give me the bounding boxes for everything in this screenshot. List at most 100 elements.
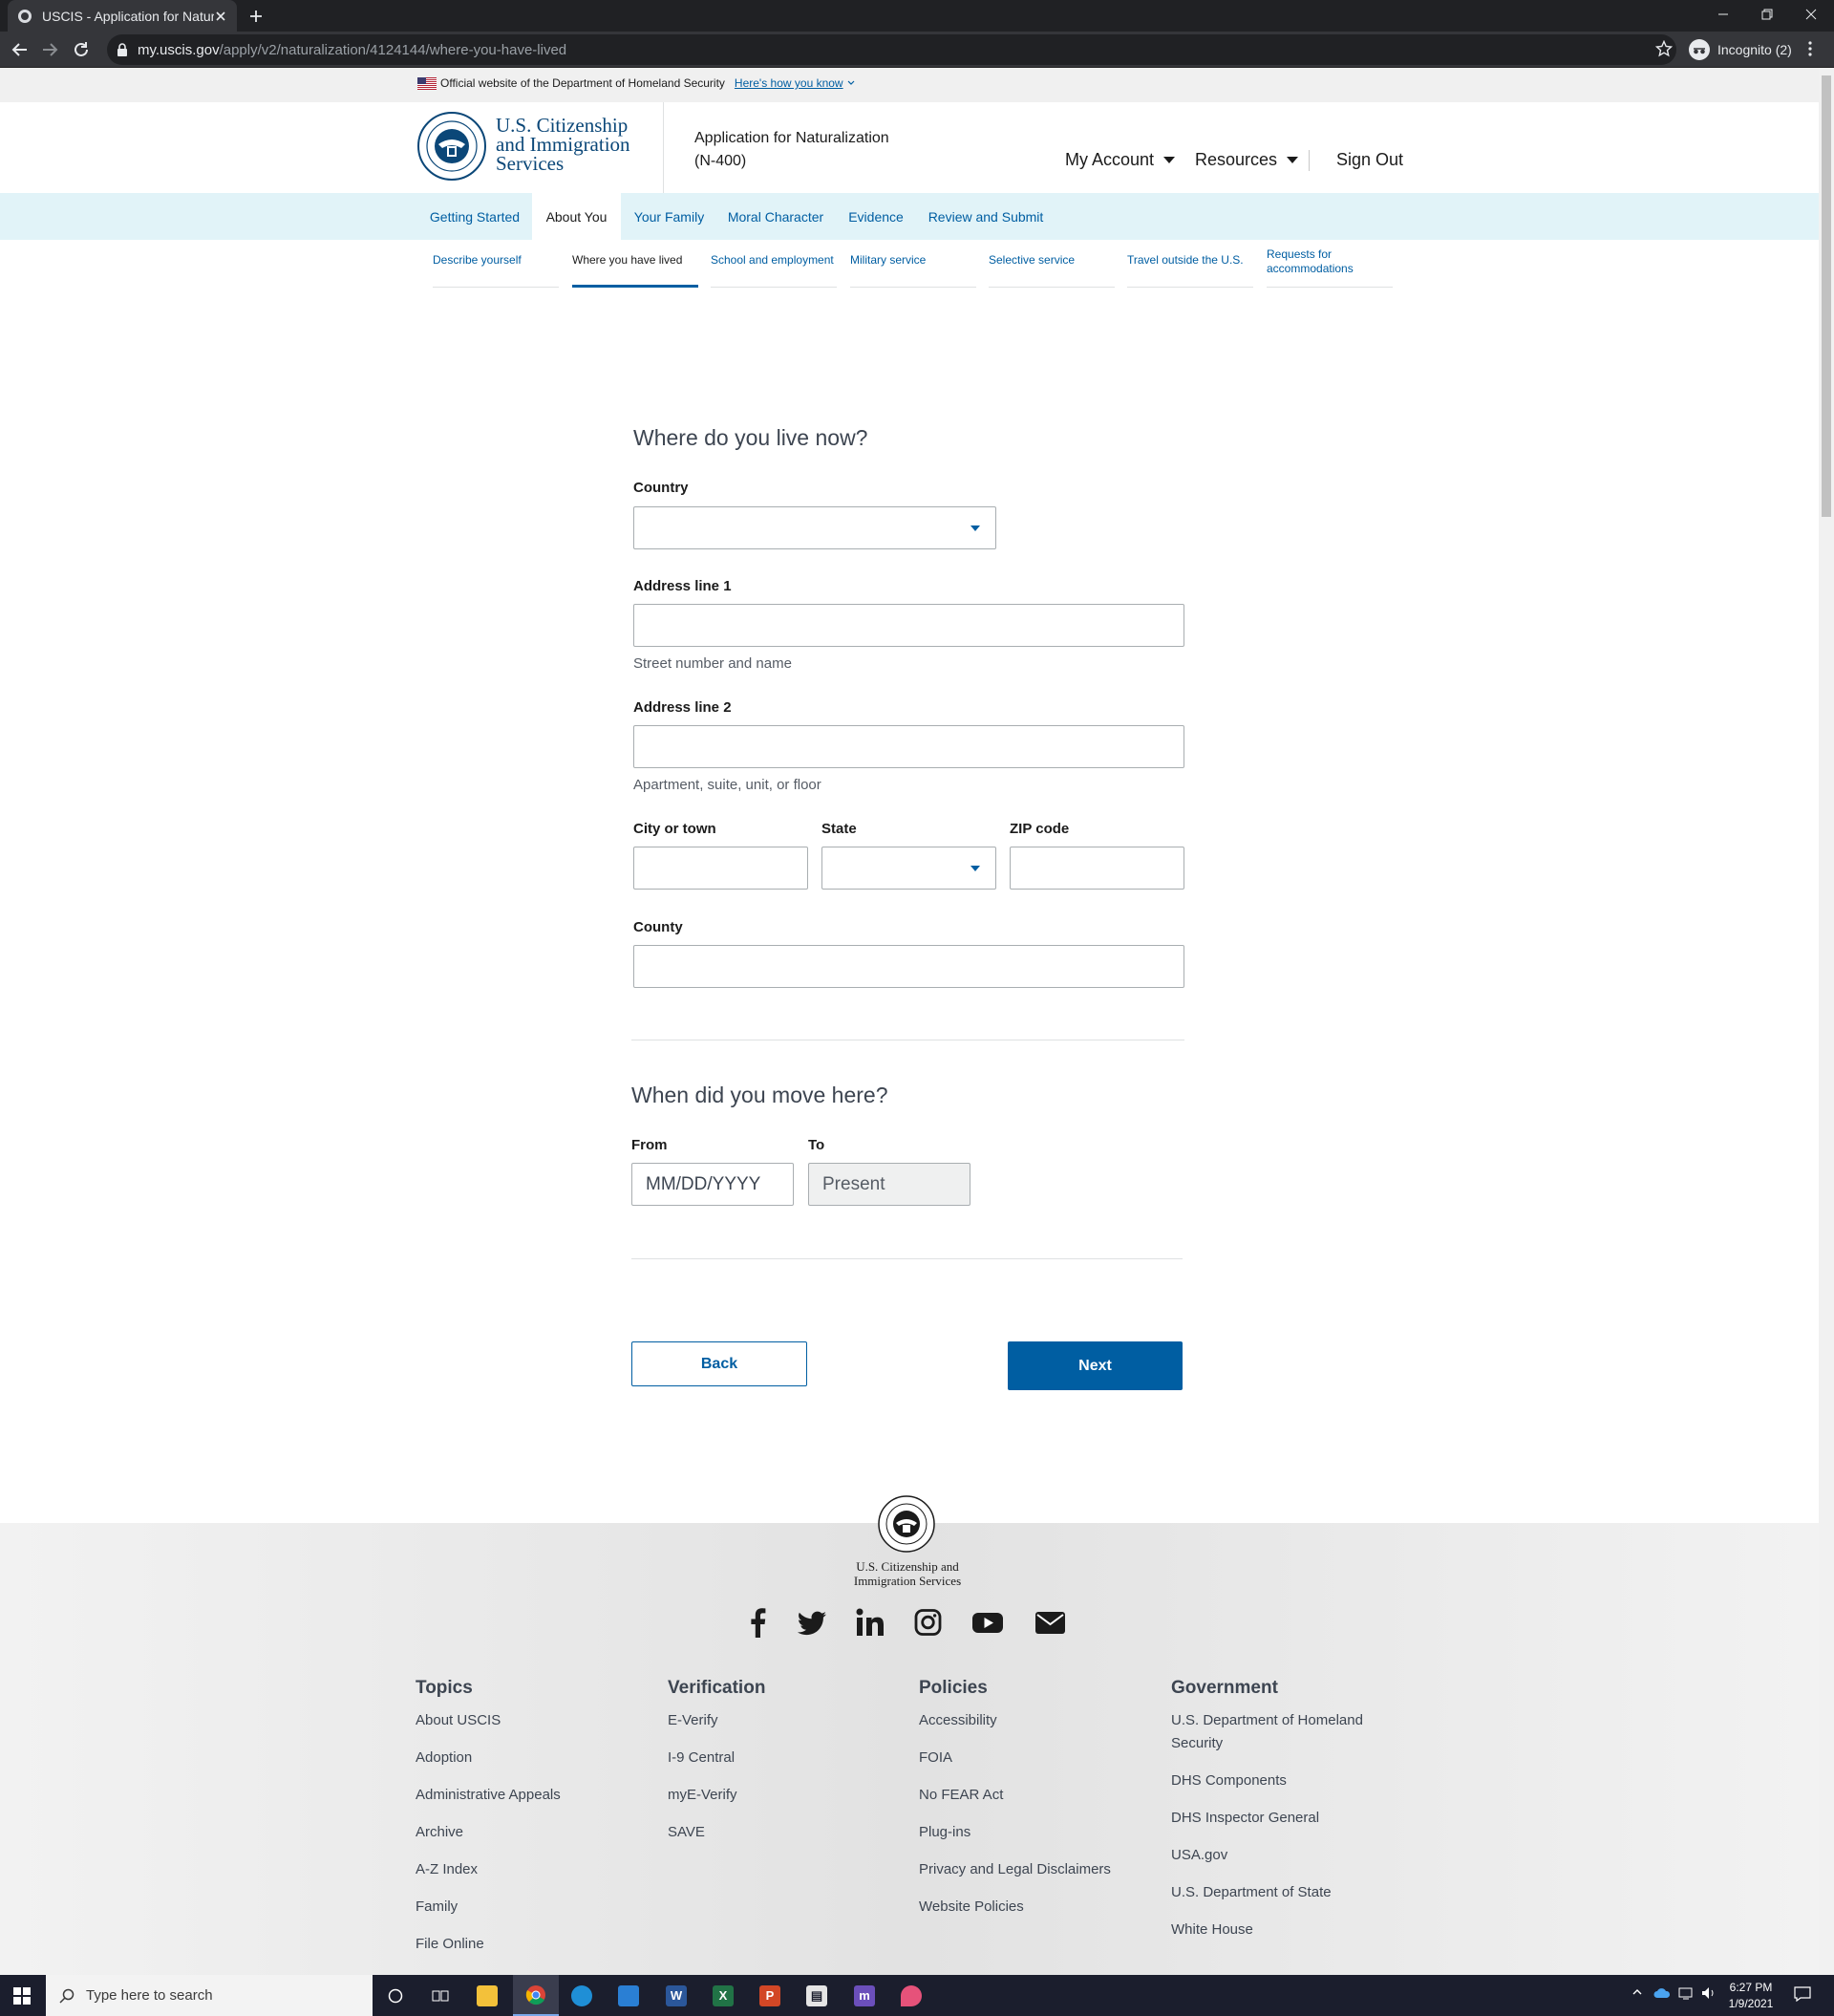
tab-your-family[interactable]: Your Family — [621, 193, 717, 240]
minimize-icon[interactable] — [1701, 0, 1745, 29]
substep-requests-for-accommodations[interactable]: Requests for accommodations — [1267, 240, 1393, 288]
from-label: From — [631, 1137, 668, 1153]
tab-review-and-submit[interactable]: Review and Submit — [918, 193, 1054, 240]
mail-icon[interactable] — [606, 1975, 651, 2016]
facebook-icon[interactable] — [748, 1607, 767, 1638]
footer-link[interactable]: Privacy and Legal Disclaimers — [919, 1858, 1148, 1881]
bookmark-star-icon[interactable] — [1655, 40, 1673, 57]
resources-menu[interactable]: Resources — [1195, 150, 1299, 170]
tab-evidence[interactable]: Evidence — [834, 193, 918, 240]
incognito-profile-button[interactable]: Incognito (2) — [1689, 36, 1792, 63]
back-button[interactable]: Back — [631, 1341, 807, 1386]
substep-school-and-employment[interactable]: School and employment — [711, 240, 837, 288]
excel-icon[interactable]: X — [700, 1975, 746, 2016]
edge-icon[interactable] — [559, 1975, 605, 2016]
my-account-menu[interactable]: My Account — [1065, 150, 1176, 170]
footer-link[interactable]: Administrative Appeals — [416, 1784, 645, 1807]
tab-getting-started[interactable]: Getting Started — [417, 193, 532, 240]
taskbar-search-box[interactable]: Type here to search — [46, 1975, 373, 2016]
substep-selective-service[interactable]: Selective service — [989, 240, 1115, 288]
address-line-2-input[interactable] — [633, 725, 1184, 768]
onedrive-icon[interactable] — [1653, 1986, 1671, 2000]
substep-military-service[interactable]: Military service — [850, 240, 976, 288]
windows-start-icon[interactable] — [0, 1975, 44, 2016]
page-scrollbar[interactable] — [1819, 68, 1834, 1975]
reload-icon[interactable] — [71, 39, 92, 60]
powerpoint-icon[interactable]: P — [747, 1975, 793, 2016]
footer-link[interactable]: USA.gov — [1171, 1844, 1381, 1867]
from-date-input[interactable]: MM/DD/YYYY — [631, 1163, 794, 1206]
scrollbar-thumb[interactable] — [1822, 75, 1831, 517]
section-divider — [631, 1258, 1183, 1259]
heres-how-you-know-link[interactable]: Here's how you know — [735, 76, 843, 90]
footer-link[interactable]: FOIA — [919, 1747, 1148, 1769]
footer-link[interactable]: myE-Verify — [668, 1784, 897, 1807]
back-arrow-icon[interactable] — [10, 39, 31, 60]
footer-link[interactable]: DHS Components — [1171, 1769, 1381, 1792]
chevron-down-icon — [847, 80, 855, 85]
browser-tab[interactable]: USCIS - Application for Naturaliz — [8, 0, 237, 32]
footer-link[interactable]: White House — [1171, 1919, 1381, 1941]
tab-about-you[interactable]: About You — [532, 193, 621, 240]
task-view-icon[interactable] — [417, 1975, 463, 2016]
twitter-icon[interactable] — [797, 1607, 827, 1638]
footer-link[interactable]: Family — [416, 1896, 645, 1919]
dhs-seal-footer-logo[interactable] — [878, 1495, 935, 1553]
instagram-icon[interactable] — [914, 1607, 942, 1638]
substep-where-you-have-lived[interactable]: Where you have lived — [572, 240, 698, 288]
footer-link[interactable]: Adoption — [416, 1747, 645, 1769]
footer-link[interactable]: DHS Inspector General — [1171, 1807, 1381, 1830]
footer-link[interactable]: U.S. Department of State — [1171, 1881, 1381, 1904]
web-page: Official website of the Department of Ho… — [0, 68, 1819, 1975]
footer-link[interactable]: Website Policies — [919, 1896, 1148, 1919]
file-explorer-icon[interactable] — [464, 1975, 510, 2016]
linkedin-icon[interactable] — [856, 1607, 885, 1638]
footer-link[interactable]: About USCIS — [416, 1709, 645, 1732]
network-icon[interactable] — [1678, 1986, 1695, 2000]
show-hidden-icons-icon[interactable] — [1631, 1986, 1643, 1998]
forward-arrow-icon[interactable] — [39, 39, 60, 60]
footer-link[interactable]: SAVE — [668, 1821, 897, 1844]
footer-agency-name: U.S. Citizenship and Immigration Service… — [853, 1559, 962, 1588]
email-icon[interactable] — [1034, 1607, 1066, 1638]
footer-link[interactable]: Accessibility — [919, 1709, 1148, 1732]
close-window-icon[interactable] — [1789, 0, 1833, 29]
paint-app-icon[interactable] — [888, 1975, 934, 2016]
header-nav-separator — [1309, 150, 1310, 171]
city-input[interactable] — [633, 847, 808, 890]
address-line-1-input[interactable] — [633, 604, 1184, 647]
word-icon[interactable]: W — [653, 1975, 699, 2016]
tab-moral-character[interactable]: Moral Character — [717, 193, 834, 240]
substep-travel-outside-us[interactable]: Travel outside the U.S. — [1127, 240, 1253, 288]
browser-menu-icon[interactable] — [1808, 41, 1812, 56]
county-label: County — [633, 919, 683, 935]
agency-name[interactable]: U.S. Citizenship and Immigration Service… — [496, 116, 630, 174]
footer-link[interactable]: No FEAR Act — [919, 1784, 1148, 1807]
action-center-icon[interactable] — [1794, 1986, 1811, 2002]
footer-link[interactable]: E-Verify — [668, 1709, 897, 1732]
chrome-taskbar-icon[interactable] — [513, 1975, 559, 2016]
store-icon[interactable]: ▤ — [794, 1975, 840, 2016]
country-select[interactable] — [633, 506, 996, 549]
footer-link[interactable]: U.S. Department of Homeland Security — [1171, 1709, 1381, 1755]
new-tab-icon[interactable] — [246, 7, 266, 26]
sign-out-link[interactable]: Sign Out — [1336, 150, 1403, 170]
url-field[interactable]: my.uscis.gov/apply/v2/naturalization/412… — [107, 34, 1676, 65]
cortana-icon[interactable] — [373, 1975, 418, 2016]
youtube-icon[interactable] — [971, 1607, 1004, 1638]
dhs-seal-logo[interactable] — [417, 112, 486, 181]
county-input[interactable] — [633, 945, 1184, 988]
footer-link[interactable]: A-Z Index — [416, 1858, 645, 1881]
footer-link[interactable]: File Online — [416, 1933, 645, 1956]
taskbar-clock[interactable]: 6:27 PM 1/9/2021 — [1717, 1980, 1784, 2012]
footer-link[interactable]: Archive — [416, 1821, 645, 1844]
next-button[interactable]: Next — [1008, 1341, 1183, 1390]
restore-icon[interactable] — [1745, 0, 1789, 29]
zip-code-input[interactable] — [1010, 847, 1184, 890]
footer-link[interactable]: I-9 Central — [668, 1747, 897, 1769]
close-tab-icon[interactable] — [214, 10, 227, 23]
teams-style-app-icon[interactable]: m — [842, 1975, 887, 2016]
footer-link[interactable]: Plug-ins — [919, 1821, 1148, 1844]
volume-icon[interactable] — [1701, 1986, 1717, 2000]
substep-describe-yourself[interactable]: Describe yourself — [433, 240, 559, 288]
